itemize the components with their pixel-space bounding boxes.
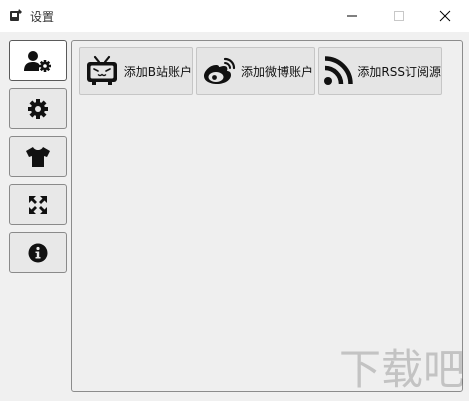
close-button[interactable] [422, 0, 468, 32]
add-weibo-button[interactable]: 添加微博账户 [196, 47, 315, 95]
app-icon [10, 9, 22, 21]
rss-icon [324, 56, 353, 85]
minimize-icon [347, 15, 357, 17]
sidebar-item-about[interactable] [9, 232, 67, 273]
minimize-button[interactable] [329, 0, 375, 32]
title-bar[interactable]: 设置 [0, 0, 469, 32]
tshirt-icon [26, 146, 50, 167]
maximize-button[interactable] [376, 0, 422, 32]
watermark-text: 下载吧 [339, 345, 463, 394]
info-icon [28, 243, 48, 262]
close-icon [439, 10, 451, 22]
sidebar-item-settings[interactable] [9, 88, 67, 129]
expand-arrows-icon [29, 195, 47, 214]
settings-window: 设置 添加B站账户 添加微博账户 添加RSS订阅源 下载吧 [0, 0, 469, 401]
user-gear-icon [24, 50, 51, 72]
weibo-icon [204, 57, 236, 84]
window-title: 设置 [30, 10, 55, 24]
add-weibo-label: 添加微博账户 [241, 64, 314, 79]
add-bilibili-label: 添加B站账户 [123, 64, 192, 79]
sidebar-item-theme[interactable] [9, 136, 67, 177]
add-bilibili-button[interactable]: 添加B站账户 [79, 47, 193, 95]
sidebar-item-fullscreen[interactable] [9, 184, 67, 225]
watermark-logo: 下载吧 [339, 345, 463, 394]
bilibili-tv-icon [86, 55, 117, 85]
add-rss-button[interactable]: 添加RSS订阅源 [318, 47, 442, 95]
sidebar-item-accounts[interactable] [9, 40, 67, 81]
maximize-icon [394, 11, 404, 21]
gear-icon [28, 98, 48, 119]
add-rss-label: 添加RSS订阅源 [357, 64, 441, 79]
